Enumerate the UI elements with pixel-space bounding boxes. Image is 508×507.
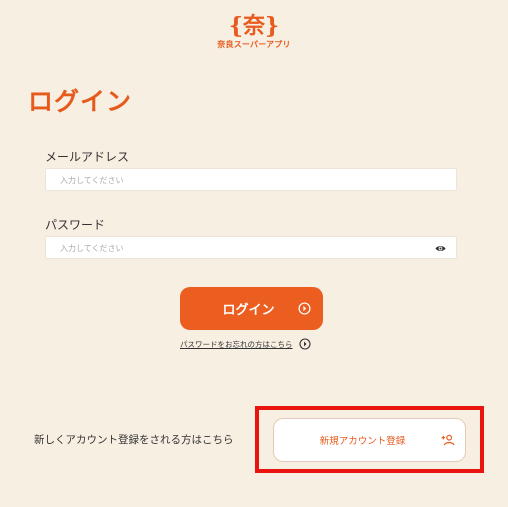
eye-icon[interactable] <box>435 243 446 254</box>
signup-prompt: 新しくアカウント登録をされる方はこちら <box>34 434 234 446</box>
login-button[interactable]: ログイン <box>180 287 323 330</box>
email-field[interactable]: 入力してください <box>45 168 457 191</box>
circle-arrow-right-icon <box>298 338 311 350</box>
add-user-icon <box>441 434 455 446</box>
page-title: ログイン <box>28 87 133 116</box>
password-label: パスワード <box>45 218 106 232</box>
logo-text: 奈良スーパーアプリ <box>217 40 291 49</box>
login-button-label: ログイン <box>222 303 275 318</box>
email-placeholder: 入力してください <box>60 176 124 185</box>
password-field[interactable]: 入力してください <box>45 236 457 259</box>
forgot-password-label: パスワードをお忘れの方はこちら <box>180 339 293 349</box>
new-account-button-label: 新規アカウント登録 <box>319 436 406 447</box>
circle-arrow-right-icon <box>298 302 311 315</box>
password-placeholder: 入力してください <box>60 244 124 253</box>
forgot-password-link[interactable]: パスワードをお忘れの方はこちら <box>180 338 311 350</box>
app-logo: {奈} 奈良スーパーアプリ <box>0 14 508 50</box>
email-label: メールアドレス <box>45 150 130 164</box>
logo-mark: {奈} <box>228 13 280 39</box>
new-account-button[interactable]: 新規アカウント登録 <box>273 418 466 462</box>
